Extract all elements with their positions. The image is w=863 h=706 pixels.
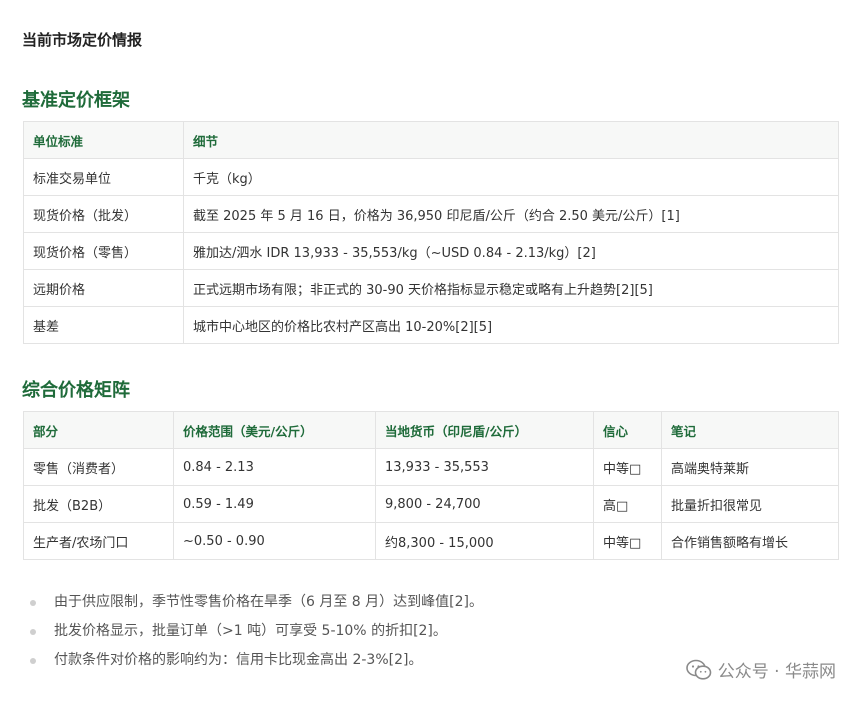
watermark: 公众号 · 华蒜网 — [685, 657, 836, 682]
table-cell: 批发（B2B） — [23, 485, 174, 523]
table-row: 现货价格（零售） 雅加达/泗水 IDR 13,933 - 35,553/kg（~… — [23, 232, 839, 270]
table-cell: 0.59 - 1.49 — [173, 485, 376, 523]
table-cell: 批量折扣很常见 — [661, 485, 839, 523]
table-cell: ~0.50 - 0.90 — [173, 522, 376, 560]
table-cell: 高端奥特莱斯 — [661, 448, 839, 486]
table-row: 远期价格 正式远期市场有限；非正式的 30-90 天价格指标显示稳定或略有上升趋… — [23, 269, 839, 307]
table-cell: 截至 2025 年 5 月 16 日，价格为 36,950 印尼盾/公斤（约合 … — [183, 195, 839, 233]
price-matrix-table: 部分 价格范围（美元/公斤） 当地货币（印尼盾/公斤） 信心 笔记 零售（消费者… — [23, 411, 839, 560]
table-cell: 生产者/农场门口 — [23, 522, 174, 560]
table-cell: 千克（kg） — [183, 158, 839, 196]
table-cell: 合作销售额略有增长 — [661, 522, 839, 560]
list-item: 付款条件对价格的影响约为：信用卡比现金高出 2-3%[2]。 — [30, 646, 483, 675]
table-cell: 城市中心地区的价格比农村产区高出 10-20%[2][5] — [183, 306, 839, 344]
column-header: 信心 — [593, 411, 662, 449]
table-cell: 中等□ — [593, 448, 662, 486]
column-header: 部分 — [23, 411, 174, 449]
table-cell: 0.84 - 2.13 — [173, 448, 376, 486]
table-header-row: 部分 价格范围（美元/公斤） 当地货币（印尼盾/公斤） 信心 笔记 — [23, 411, 839, 449]
table-cell: 现货价格（批发） — [23, 195, 184, 233]
table-cell: 9,800 - 24,700 — [375, 485, 594, 523]
table-cell: 现货价格（零售） — [23, 232, 184, 270]
table-cell: 正式远期市场有限；非正式的 30-90 天价格指标显示稳定或略有上升趋势[2][… — [183, 269, 839, 307]
column-header: 当地货币（印尼盾/公斤） — [375, 411, 594, 449]
table-cell: 零售（消费者） — [23, 448, 174, 486]
table-row: 零售（消费者） 0.84 - 2.13 13,933 - 35,553 中等□ … — [23, 448, 839, 486]
table-row: 标准交易单位 千克（kg） — [23, 158, 839, 196]
list-item: 由于供应限制，季节性零售价格在旱季（6 月至 8 月）达到峰值[2]。 — [30, 588, 483, 617]
table-cell: 13,933 - 35,553 — [375, 448, 594, 486]
table-header-row: 单位标准 细节 — [23, 121, 839, 159]
column-header: 笔记 — [661, 411, 839, 449]
column-header: 细节 — [183, 121, 839, 159]
wechat-icon — [685, 659, 712, 680]
table-cell: 基差 — [23, 306, 184, 344]
notes-list: 由于供应限制，季节性零售价格在旱季（6 月至 8 月）达到峰值[2]。 批发价格… — [30, 588, 483, 675]
column-header: 单位标准 — [23, 121, 184, 159]
table-cell: 中等□ — [593, 522, 662, 560]
table-cell: 标准交易单位 — [23, 158, 184, 196]
table-cell: 高□ — [593, 485, 662, 523]
section-title-matrix: 综合价格矩阵 — [22, 380, 130, 401]
section-title-baseline: 基准定价框架 — [22, 90, 130, 111]
column-header: 价格范围（美元/公斤） — [173, 411, 376, 449]
table-row: 生产者/农场门口 ~0.50 - 0.90 约8,300 - 15,000 中等… — [23, 522, 839, 560]
page-title: 当前市场定价情报 — [22, 31, 143, 49]
table-row: 基差 城市中心地区的价格比农村产区高出 10-20%[2][5] — [23, 306, 839, 344]
table-cell: 远期价格 — [23, 269, 184, 307]
watermark-text: 公众号 · 华蒜网 — [717, 662, 836, 682]
baseline-pricing-table: 单位标准 细节 标准交易单位 千克（kg） 现货价格（批发） 截至 2025 年… — [23, 121, 839, 344]
table-cell: 雅加达/泗水 IDR 13,933 - 35,553/kg（~USD 0.84 … — [183, 232, 839, 270]
table-row: 批发（B2B） 0.59 - 1.49 9,800 - 24,700 高□ 批量… — [23, 485, 839, 523]
table-cell: 约8,300 - 15,000 — [375, 522, 594, 560]
list-item: 批发价格显示，批量订单（>1 吨）可享受 5-10% 的折扣[2]。 — [30, 617, 483, 646]
table-row: 现货价格（批发） 截至 2025 年 5 月 16 日，价格为 36,950 印… — [23, 195, 839, 233]
